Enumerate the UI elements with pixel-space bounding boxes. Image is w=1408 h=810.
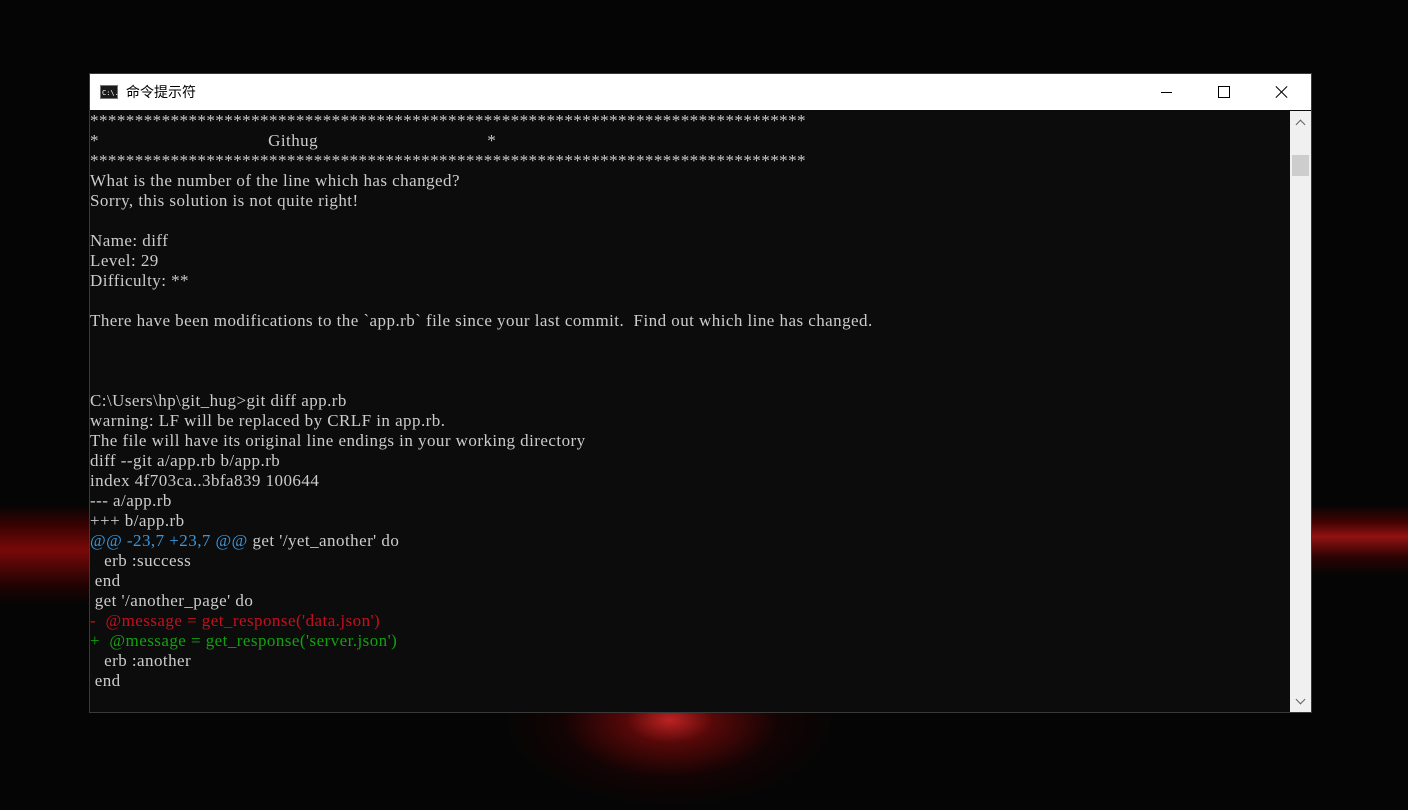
caption-buttons <box>1137 74 1311 110</box>
wallpaper-streak-right <box>1310 505 1408 575</box>
description-line: There have been modifications to the `ap… <box>90 311 873 330</box>
scroll-thumb[interactable] <box>1292 155 1309 176</box>
scroll-up-button[interactable] <box>1290 113 1311 131</box>
hunk-context: get '/yet_another' do <box>247 531 400 550</box>
minimize-icon <box>1160 91 1172 93</box>
difficulty-line: Difficulty: ** <box>90 271 190 290</box>
minimize-button[interactable] <box>1137 74 1195 110</box>
wallpaper-streak-left <box>0 505 92 605</box>
diff-context-line: erb :another <box>90 651 192 670</box>
diff-context-line: erb :success <box>90 551 192 570</box>
close-button[interactable] <box>1253 74 1311 110</box>
diff-removed-line: - @message = get_response('data.json') <box>90 611 381 630</box>
console-text: ****************************************… <box>90 111 1290 691</box>
console-output[interactable]: ****************************************… <box>90 111 1290 712</box>
chevron-up-icon <box>1295 119 1306 129</box>
close-icon <box>1275 85 1289 99</box>
feedback-line: Sorry, this solution is not quite right! <box>90 191 359 210</box>
maximize-button[interactable] <box>1195 74 1253 110</box>
diff-context-line: end <box>90 671 121 690</box>
scroll-down-button[interactable] <box>1290 692 1311 710</box>
chevron-down-icon <box>1295 694 1306 704</box>
diff-header-line: diff --git a/app.rb b/app.rb <box>90 451 281 470</box>
banner-title: * Githug * <box>90 131 497 150</box>
warning-line: warning: LF will be replaced by CRLF in … <box>90 411 446 430</box>
desktop-background: C:\. 命令提示符 *****************************… <box>0 0 1408 810</box>
vertical-scrollbar[interactable] <box>1290 111 1311 712</box>
diff-context-line: end <box>90 571 121 590</box>
diff-old-file-line: --- a/app.rb <box>90 491 172 510</box>
diff-hunk-line: @@ -23,7 +23,7 @@ get '/yet_another' do <box>90 531 1290 551</box>
diff-context-line: get '/another_page' do <box>90 591 254 610</box>
command-line: C:\Users\hp\git_hug>git diff app.rb <box>90 391 347 410</box>
cmd-icon: C:\. <box>100 85 119 99</box>
hunk-marker: @@ -23,7 +23,7 @@ <box>90 531 248 550</box>
diff-new-file-line: +++ b/app.rb <box>90 511 185 530</box>
diff-index-line: index 4f703ca..3bfa839 100644 <box>90 471 320 490</box>
question-line: What is the number of the line which has… <box>90 171 460 190</box>
command-prompt-window: C:\. 命令提示符 *****************************… <box>90 74 1311 712</box>
warning-line: The file will have its original line end… <box>90 431 586 450</box>
maximize-icon <box>1218 86 1230 98</box>
level-name-line: Name: diff <box>90 231 169 250</box>
diff-added-line: + @message = get_response('server.json') <box>90 631 398 650</box>
title-bar[interactable]: C:\. 命令提示符 <box>90 74 1311 110</box>
window-title: 命令提示符 <box>126 85 196 101</box>
banner-bottom: ****************************************… <box>90 151 806 170</box>
banner-top: ****************************************… <box>90 111 806 130</box>
wallpaper-glow <box>500 710 840 810</box>
level-number-line: Level: 29 <box>90 251 159 270</box>
